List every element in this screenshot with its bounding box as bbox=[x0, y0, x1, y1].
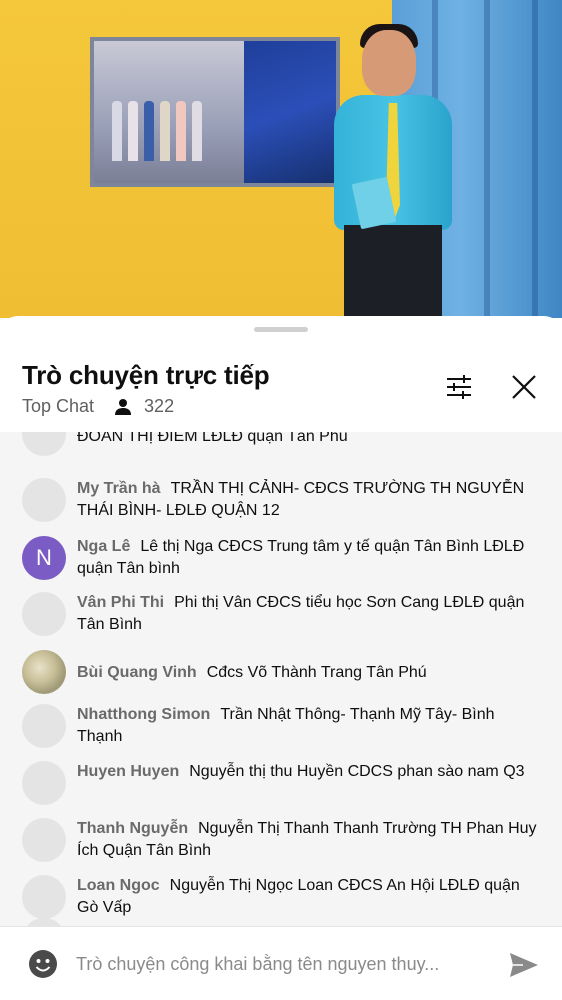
chat-title: Trò chuyện trực tiếp bbox=[22, 360, 270, 390]
video-screen-frame bbox=[90, 37, 340, 187]
message-text: Cđcs Võ Thành Trang Tân Phú bbox=[206, 664, 427, 681]
message-author[interactable]: Nga Lê bbox=[77, 538, 130, 555]
avatar[interactable] bbox=[22, 818, 66, 862]
message-text: Nguyễn thị thu Huyền CDCS phan sào nam Q… bbox=[189, 763, 525, 780]
drag-handle[interactable] bbox=[254, 327, 308, 332]
emoji-button[interactable] bbox=[23, 944, 63, 984]
send-icon bbox=[510, 953, 538, 977]
message-author[interactable]: My Trần hà bbox=[77, 480, 161, 497]
avatar[interactable] bbox=[22, 650, 66, 694]
close-icon bbox=[512, 375, 536, 399]
live-chat-panel: Trò chuyện trực tiếp Top Chat 322 ĐOAN T… bbox=[0, 316, 562, 1000]
avatar[interactable]: N bbox=[22, 536, 66, 580]
viewer-count-value: 322 bbox=[144, 396, 175, 416]
message-author[interactable]: Huyen Huyen bbox=[77, 763, 179, 780]
avatar[interactable] bbox=[22, 875, 66, 919]
filter-button[interactable] bbox=[437, 365, 481, 409]
avatar[interactable] bbox=[22, 704, 66, 748]
emoji-icon bbox=[29, 950, 57, 978]
avatar[interactable] bbox=[22, 478, 66, 522]
message-author[interactable]: Vân Phi Thi bbox=[77, 594, 164, 611]
chat-subheader: Top Chat 322 bbox=[22, 396, 174, 417]
chat-composer bbox=[0, 926, 562, 1000]
message-author[interactable]: Bùi Quang Vinh bbox=[77, 664, 197, 681]
message-text: Lê thị Nga CĐCS Trung tâm y tế quận Tân … bbox=[77, 538, 525, 577]
chat-message-list[interactable]: ĐOAN THỊ ĐIEM LĐLĐ quận Tân Phú My Trần … bbox=[0, 432, 562, 926]
chat-message-input[interactable] bbox=[76, 945, 486, 983]
chat-mode-selector[interactable]: Top Chat bbox=[22, 396, 94, 417]
avatar[interactable] bbox=[22, 761, 66, 805]
person-icon bbox=[115, 398, 132, 415]
video-player[interactable] bbox=[0, 0, 562, 318]
message-author[interactable]: Loan Ngoc bbox=[77, 877, 160, 894]
message-author[interactable]: Nhatthong Simon bbox=[77, 706, 210, 723]
send-button[interactable] bbox=[502, 945, 546, 985]
close-button[interactable] bbox=[502, 365, 546, 409]
avatar[interactable] bbox=[22, 918, 66, 926]
avatar[interactable] bbox=[22, 432, 66, 456]
message-author[interactable]: Thanh Nguyễn bbox=[77, 820, 188, 837]
message-text: ĐOAN THỊ ĐIEM LĐLĐ quận Tân Phú bbox=[77, 432, 348, 445]
avatar[interactable] bbox=[22, 592, 66, 636]
sliders-icon bbox=[447, 375, 471, 399]
viewer-count: 322 bbox=[114, 396, 174, 417]
